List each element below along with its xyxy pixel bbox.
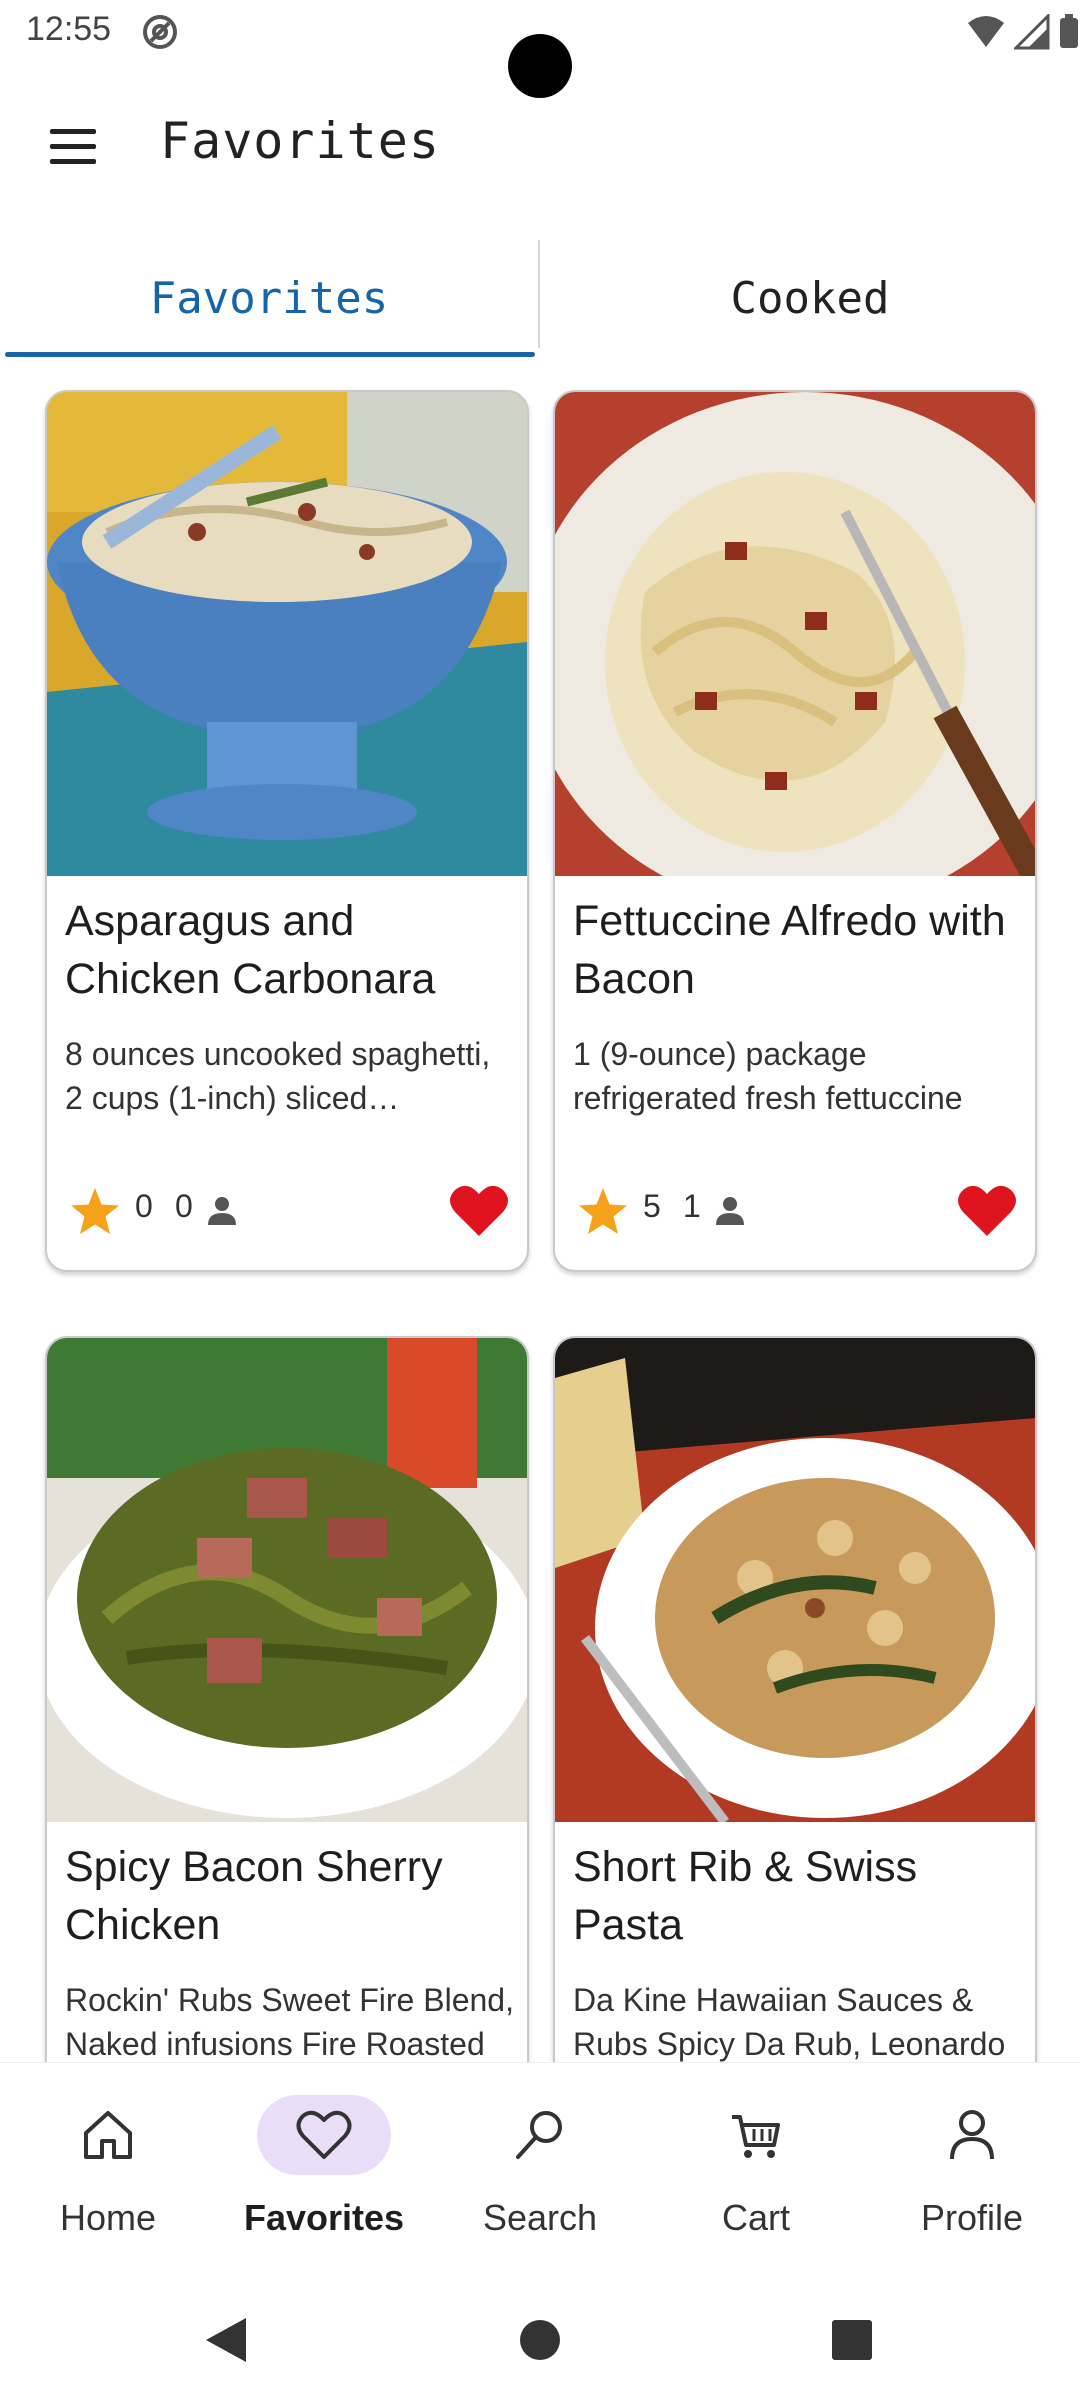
recents-icon[interactable] (824, 2312, 880, 2368)
recipe-card[interactable]: Fettuccine Alfredo with Bacon 1 (9-ounce… (553, 390, 1037, 1272)
recipe-image[interactable] (47, 392, 527, 876)
nav-label: Home (59, 2197, 157, 2238)
person-icon (716, 1197, 744, 1225)
menu-icon[interactable] (44, 116, 104, 176)
status-bar: 12:55 (0, 0, 1080, 98)
rating-value: 5 (643, 1188, 661, 1224)
nav-label: Search (482, 2197, 598, 2238)
cooked-count: 1 (683, 1188, 701, 1224)
system-navigation-bar (0, 2278, 1080, 2400)
person-icon (208, 1197, 236, 1225)
recipe-title: Short Rib & Swiss Pasta (573, 1843, 918, 1949)
recipe-image[interactable] (555, 1338, 1035, 1822)
recipe-title: Asparagus and Chicken Carbonara (65, 897, 436, 1003)
recipe-image[interactable] (47, 1338, 527, 1822)
bottom-navigation: Home Favorites Search Cart Profile (0, 2062, 1080, 2278)
recipe-description: 1 (9-ounce) package refrigerated fresh f… (573, 1036, 963, 1116)
page-title: Favorites (160, 112, 440, 170)
recipe-description: Rockin' Rubs Sweet Fire Blend, Naked inf… (65, 1982, 514, 2062)
top-app-bar: Favorites (0, 90, 1080, 200)
heart-icon (257, 2095, 391, 2175)
signal-icon (1014, 14, 1050, 50)
tab-bar: Favorites Cooked (0, 238, 1080, 358)
nav-cart[interactable]: Cart (648, 2063, 864, 2279)
recipe-description: Da Kine Hawaiian Sauces & Rubs Spicy Da … (573, 1982, 1006, 2062)
card-footer: 0 0 (69, 1182, 509, 1242)
camera-cutout (508, 34, 572, 98)
nav-favorites[interactable]: Favorites (216, 2063, 432, 2279)
tab-favorites[interactable]: Favorites (0, 238, 538, 358)
favorite-heart-icon[interactable] (449, 1182, 509, 1238)
cart-icon (689, 2095, 823, 2175)
recipe-title: Spicy Bacon Sherry Chicken (65, 1843, 443, 1949)
nav-label: Favorites (243, 2197, 405, 2238)
recipe-card[interactable]: Asparagus and Chicken Carbonara 8 ounces… (45, 390, 529, 1272)
wifi-icon (968, 16, 1004, 47)
star-icon (71, 1188, 119, 1234)
nav-label: Cart (721, 2197, 790, 2238)
search-icon (473, 2095, 607, 2175)
card-footer: 5 1 (577, 1182, 1017, 1242)
status-icons (966, 12, 1080, 52)
favorite-heart-icon[interactable] (957, 1182, 1017, 1238)
back-icon[interactable] (196, 2312, 252, 2368)
home-circle-icon[interactable] (512, 2312, 568, 2368)
battery-icon (1060, 14, 1078, 48)
status-time: 12:55 (26, 10, 112, 48)
cooked-count: 0 (175, 1188, 193, 1224)
rating-value: 0 (135, 1188, 153, 1224)
recipe-title: Fettuccine Alfredo with Bacon (573, 897, 1006, 1003)
home-icon (41, 2095, 175, 2175)
star-icon (579, 1188, 627, 1234)
at-sign-icon (143, 15, 177, 49)
person-icon (905, 2095, 1039, 2175)
nav-home[interactable]: Home (0, 2063, 216, 2279)
nav-profile[interactable]: Profile (864, 2063, 1080, 2279)
recipe-image[interactable] (555, 392, 1035, 876)
nav-label: Profile (920, 2197, 1024, 2238)
tab-indicator (5, 352, 535, 357)
recipe-description: 8 ounces uncooked spaghetti, 2 cups (1-i… (65, 1036, 491, 1116)
tab-cooked[interactable]: Cooked (540, 238, 1080, 358)
nav-search[interactable]: Search (432, 2063, 648, 2279)
